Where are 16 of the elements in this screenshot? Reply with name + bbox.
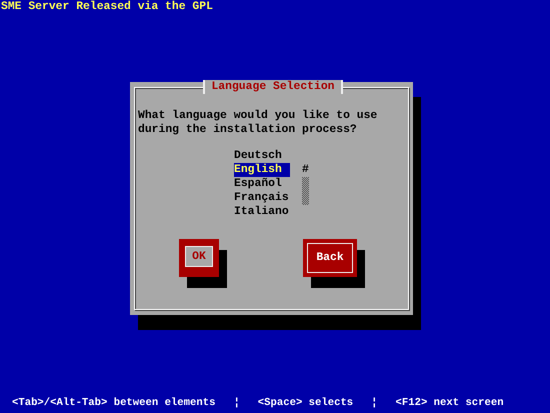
scrollbar-track [302,177,309,205]
language-item[interactable]: Español [234,177,290,191]
header-title: SME Server Released via the GPL [0,0,214,14]
footer-hint: <Tab>/<Alt-Tab> between elements [12,396,216,411]
footer-hint: ¦ [371,396,378,411]
language-item[interactable]: Italiano [234,205,290,219]
language-item[interactable]: Deutsch [234,149,290,163]
language-item[interactable]: English [234,163,290,177]
scroll-mark: # [302,163,309,177]
dialog-title: Language Selection [203,80,343,94]
footer-hint: <F12> next screen [396,396,504,411]
dialog-button[interactable]: Back [303,239,357,277]
footer-hint: <Space> selects [258,396,354,411]
dialog-prompt: What language would you like to use during the installation process? [138,109,378,137]
language-item[interactable]: Français [234,191,290,205]
footer-hint: ¦ [233,396,240,411]
